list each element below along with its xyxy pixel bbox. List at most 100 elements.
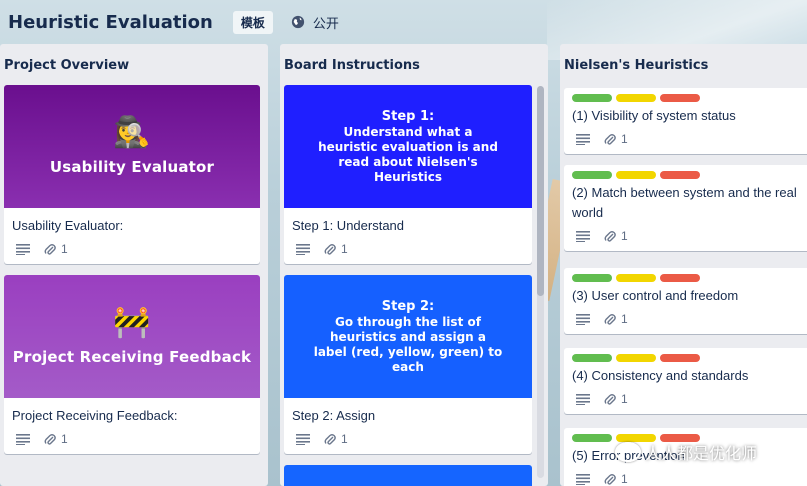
card-heuristic-4[interactable]: (4) Consistency and standards 1	[564, 348, 807, 414]
description-icon	[576, 314, 590, 325]
yellow-label[interactable]	[616, 171, 656, 179]
card-step-2-assign[interactable]: Step 2: Go through the list of heuristic…	[284, 275, 532, 454]
board-title[interactable]: Heuristic Evaluation	[8, 12, 213, 33]
card-badges: 1	[284, 426, 532, 454]
attachment-icon	[604, 473, 616, 485]
list-board-instructions: Board Instructions Step 1: Understand wh…	[280, 44, 548, 486]
card-labels	[564, 348, 807, 362]
detective-emoji-icon: 🕵️‍♀️	[113, 115, 151, 149]
card-title: (3) User control and freedom	[572, 288, 739, 303]
card-cover: Step 2: Go through the list of heuristic…	[284, 275, 532, 398]
attachment-count: 1	[621, 312, 628, 326]
card-title: Step 2: Assign	[292, 408, 376, 423]
card-badges: 1	[564, 126, 807, 154]
red-label[interactable]	[660, 354, 700, 362]
card-badges: 1	[564, 466, 807, 486]
description-icon	[576, 231, 590, 242]
attachment-count: 1	[621, 472, 628, 486]
cover-step-text: Understand what a heuristic evaluation i…	[318, 124, 498, 184]
card-labels	[564, 268, 807, 282]
description-icon	[576, 134, 590, 145]
cover-text: Project Receiving Feedback	[12, 347, 252, 366]
card-step-1-understand[interactable]: Step 1: Understand what a heuristic eval…	[284, 85, 532, 264]
yellow-label[interactable]	[616, 274, 656, 282]
description-icon	[16, 434, 30, 445]
watermark-text: 人人都是优化师	[645, 444, 758, 463]
attachment-icon	[44, 243, 56, 255]
card-title: Step 1: Understand	[292, 218, 405, 233]
cover-step-text: Go through the list of heuristics and as…	[313, 314, 503, 374]
wechat-logo-icon	[615, 442, 641, 462]
description-icon	[296, 244, 310, 255]
card-title: (4) Consistency and standards	[572, 368, 749, 383]
list-title[interactable]: Project Overview	[0, 44, 268, 86]
card-step-3[interactable]	[284, 465, 532, 486]
card-title: (2) Match between system and the real wo…	[572, 185, 797, 220]
attachment-icon	[604, 230, 616, 242]
attachment-icon	[604, 393, 616, 405]
card-title: Project Receiving Feedback:	[12, 408, 178, 423]
attachment-count: 1	[61, 432, 68, 446]
green-label[interactable]	[572, 94, 612, 102]
attachment-count: 1	[61, 242, 68, 256]
attachment-icon	[324, 433, 336, 445]
red-label[interactable]	[660, 171, 700, 179]
card-labels	[564, 165, 807, 179]
red-label[interactable]	[660, 274, 700, 282]
card-badges: 1	[564, 306, 807, 334]
green-label[interactable]	[572, 274, 612, 282]
red-label[interactable]	[660, 94, 700, 102]
green-label[interactable]	[572, 434, 612, 442]
visibility-button[interactable]: 公开	[291, 13, 339, 32]
card-badges: 1	[564, 223, 807, 251]
watermark: 人人都是优化师	[615, 440, 757, 464]
green-label[interactable]	[572, 354, 612, 362]
card-cover: Step 1: Understand what a heuristic eval…	[284, 85, 532, 208]
list-scrollbar[interactable]	[537, 86, 544, 478]
cover-text: Step 1: Understand what a heuristic eval…	[313, 109, 503, 185]
description-icon	[576, 394, 590, 405]
attachment-icon	[324, 243, 336, 255]
card-cover: 🕵️‍♀️ Usability Evaluator	[4, 85, 260, 208]
description-icon	[576, 474, 590, 485]
list-title[interactable]: Board Instructions	[280, 44, 548, 86]
cover-step-heading: Step 2:	[381, 298, 435, 314]
globe-icon	[291, 15, 304, 29]
green-label[interactable]	[572, 171, 612, 179]
card-badges: 1	[4, 236, 260, 264]
scrollbar-thumb[interactable]	[537, 86, 544, 296]
construction-emoji-icon: 🚧	[113, 305, 151, 339]
board-header: Heuristic Evaluation 模板 公开	[0, 0, 807, 44]
template-badge[interactable]: 模板	[232, 10, 273, 34]
card-usability-evaluator[interactable]: 🕵️‍♀️ Usability Evaluator Usability Eval…	[4, 85, 260, 264]
cover-step-heading: Step 1:	[381, 108, 435, 124]
attachment-icon	[604, 133, 616, 145]
attachment-icon	[604, 313, 616, 325]
card-badges: 1	[284, 236, 532, 264]
card-heuristic-2[interactable]: (2) Match between system and the real wo…	[564, 165, 807, 251]
card-labels	[564, 88, 807, 102]
card-heuristic-1[interactable]: (1) Visibility of system status 1	[564, 88, 807, 154]
card-badges: 1	[4, 426, 260, 454]
card-heuristic-3[interactable]: (3) User control and freedom 1	[564, 268, 807, 334]
card-title: (1) Visibility of system status	[572, 108, 736, 123]
description-icon	[296, 434, 310, 445]
card-cover: 🚧 Project Receiving Feedback	[4, 275, 260, 398]
yellow-label[interactable]	[616, 94, 656, 102]
list-title[interactable]: Nielsen's Heuristics	[560, 44, 807, 86]
card-project-receiving-feedback[interactable]: 🚧 Project Receiving Feedback Project Rec…	[4, 275, 260, 454]
attachment-icon	[44, 433, 56, 445]
cover-text: Step 2: Go through the list of heuristic…	[313, 299, 503, 375]
description-icon	[16, 244, 30, 255]
yellow-label[interactable]	[616, 354, 656, 362]
card-badges: 1	[564, 386, 807, 414]
attachment-count: 1	[621, 132, 628, 146]
attachment-count: 1	[341, 242, 348, 256]
attachment-count: 1	[341, 432, 348, 446]
card-title: Usability Evaluator:	[12, 218, 124, 233]
attachment-count: 1	[621, 392, 628, 406]
attachment-count: 1	[621, 229, 628, 243]
list-project-overview: Project Overview 🕵️‍♀️ Usability Evaluat…	[0, 44, 268, 486]
cover-text: Usability Evaluator	[49, 157, 215, 176]
visibility-label: 公开	[312, 15, 339, 31]
